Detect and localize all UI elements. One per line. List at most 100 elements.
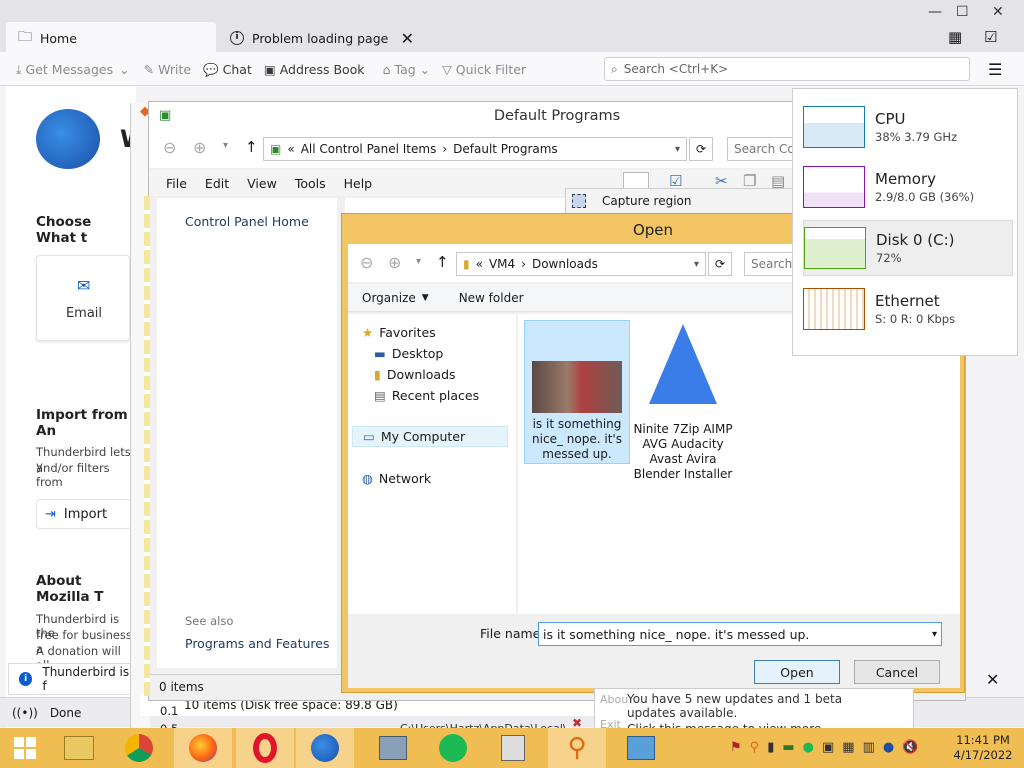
- tab-problem-loading[interactable]: i Problem loading page ✕: [218, 22, 426, 54]
- tray-app-icon[interactable]: ▮: [767, 740, 774, 755]
- tab-home[interactable]: 🗀 Home: [6, 22, 216, 54]
- menu-view[interactable]: View: [238, 176, 286, 191]
- performance-panel: CPU 38% 3.79 GHz Memory 2.9/8.0 GB (36%)…: [792, 88, 1018, 356]
- magnifier-icon: ⚲: [567, 733, 587, 763]
- address-book-button[interactable]: ▣ Address Book: [258, 57, 371, 83]
- tag-button[interactable]: ⌂ Tag ⌄: [377, 57, 437, 83]
- start-button[interactable]: [0, 728, 50, 768]
- close-notice-icon[interactable]: ✕: [986, 670, 999, 689]
- nav-recent-places[interactable]: ▤ Recent places: [374, 385, 479, 406]
- tray-volume-muted-icon[interactable]: 🔇: [902, 740, 918, 755]
- back-icon[interactable]: ⊖: [163, 138, 176, 157]
- chevron-down-icon[interactable]: ▾: [675, 144, 680, 155]
- firefox-app[interactable]: [174, 728, 232, 768]
- get-messages-button[interactable]: ⤓ Get Messages: [10, 57, 119, 83]
- close-icon[interactable]: ✕: [401, 29, 414, 48]
- address-bar[interactable]: ▣ « All Control Panel Items › Default Pr…: [263, 137, 687, 161]
- chevron-down-icon[interactable]: ⌄: [119, 62, 129, 77]
- file-name-input[interactable]: is it something nice_ nope. it's messed …: [538, 622, 942, 646]
- programs-features-link[interactable]: Programs and Features: [185, 636, 329, 651]
- breadcrumb-all-items[interactable]: All Control Panel Items: [301, 142, 437, 156]
- ethernet-graph: [803, 288, 865, 330]
- tray-flag-icon[interactable]: ⚑: [730, 740, 742, 755]
- chevron-down-icon[interactable]: ▾: [694, 259, 699, 270]
- search-input[interactable]: ⌕ Search <Ctrl+K>: [604, 57, 970, 81]
- control-panel-icon: ▣: [270, 142, 282, 156]
- search-app[interactable]: ⚲: [548, 728, 606, 768]
- file-item-selected[interactable]: is it something nice_ nope. it's messed …: [524, 320, 630, 464]
- spotify-app[interactable]: [424, 728, 482, 768]
- refresh-button[interactable]: ⟳: [708, 252, 732, 276]
- nav-network[interactable]: ◍ Network: [362, 468, 431, 489]
- hamburger-menu-icon[interactable]: ☰: [988, 60, 1002, 79]
- opera-icon: [253, 733, 277, 763]
- menu-edit[interactable]: Edit: [196, 176, 238, 191]
- info-icon: i: [19, 672, 33, 686]
- address-bar[interactable]: ▮ « VM4 › Downloads ▾: [456, 252, 706, 276]
- tray-window-icon[interactable]: ▣: [822, 740, 834, 755]
- quick-filter-button[interactable]: ▽ Quick Filter: [436, 57, 532, 83]
- open-button[interactable]: Open: [754, 660, 840, 684]
- tray-network-icon[interactable]: ▥: [863, 740, 875, 755]
- nav-favorites[interactable]: ★ Favorites: [362, 322, 436, 343]
- calendar-icon[interactable]: ▦: [948, 28, 962, 46]
- import-button[interactable]: ⇥ Import: [36, 499, 132, 529]
- up-arrow-icon[interactable]: ↑: [245, 138, 258, 156]
- tray-spotify-icon[interactable]: ●: [803, 740, 814, 755]
- breadcrumb-vm4[interactable]: VM4: [489, 257, 515, 271]
- back-icon[interactable]: ⊖: [360, 253, 373, 272]
- computer-icon: ▭: [363, 429, 375, 444]
- tray-search-icon[interactable]: ⚲: [750, 740, 760, 755]
- control-panel-app[interactable]: [364, 728, 422, 768]
- new-folder-button[interactable]: New folder: [459, 291, 524, 305]
- chevron-down-icon[interactable]: ▾: [416, 256, 421, 267]
- import-heading: Import from An: [36, 407, 128, 439]
- minimize-icon[interactable]: —: [928, 4, 942, 20]
- update-notification[interactable]: You have 5 new updates and 1 beta update…: [594, 688, 914, 736]
- perf-disk[interactable]: Disk 0 (C:) 72%: [803, 220, 1013, 276]
- menu-help[interactable]: Help: [335, 176, 382, 191]
- chevron-down-icon[interactable]: ▾: [223, 140, 228, 151]
- close-window-icon[interactable]: ✕: [992, 4, 1004, 20]
- chevron-down-icon[interactable]: ▾: [932, 629, 937, 640]
- email-card[interactable]: ✉ Email: [36, 255, 130, 341]
- tasks-icon[interactable]: ☑: [984, 28, 997, 46]
- chat-button[interactable]: 💬 Chat: [197, 57, 258, 83]
- maximize-icon[interactable]: ☐: [956, 4, 969, 20]
- perf-memory[interactable]: Memory 2.9/8.0 GB (36%): [803, 159, 1013, 215]
- import-icon: ⇥: [45, 506, 56, 522]
- file-explorer-app[interactable]: [50, 728, 108, 768]
- taskbar-clock[interactable]: 11:41 PM 4/17/2022: [950, 733, 1016, 763]
- menu-file[interactable]: File: [157, 176, 196, 191]
- file-item[interactable]: Ninite 7Zip AIMP AVG Audacity Avast Avir…: [630, 320, 736, 481]
- chevron-down-icon: ▼: [421, 292, 429, 303]
- menu-tools[interactable]: Tools: [286, 176, 335, 191]
- disk-app[interactable]: [484, 728, 542, 768]
- nav-desktop[interactable]: ▬ Desktop: [374, 343, 443, 364]
- quick-filter-label: Quick Filter: [455, 62, 527, 77]
- perf-cpu[interactable]: CPU 38% 3.79 GHz: [803, 99, 1013, 155]
- control-panel-home-link[interactable]: Control Panel Home: [185, 214, 309, 229]
- nav-downloads[interactable]: ▮ Downloads: [374, 364, 456, 385]
- star-icon: ★: [362, 325, 374, 340]
- capture-region-menu-item[interactable]: Capture region: [565, 188, 793, 214]
- tray-monitor-icon[interactable]: ▬: [782, 740, 794, 755]
- cancel-button[interactable]: Cancel: [854, 660, 940, 684]
- opera-app[interactable]: [236, 728, 294, 768]
- tray-app-icon[interactable]: ▦: [842, 740, 854, 755]
- perf-value: 2.9/8.0 GB (36%): [875, 190, 975, 204]
- write-button[interactable]: ✎ Write: [138, 57, 198, 83]
- task-manager-app[interactable]: [612, 728, 670, 768]
- tray-thunderbird-icon[interactable]: ●: [883, 740, 894, 755]
- organize-button[interactable]: Organize ▼: [362, 291, 429, 305]
- nav-my-computer[interactable]: ▭ My Computer: [352, 426, 508, 447]
- up-arrow-icon[interactable]: ↑: [436, 253, 449, 271]
- perf-ethernet[interactable]: Ethernet S: 0 R: 0 Kbps: [803, 281, 1013, 337]
- chrome-app[interactable]: [110, 728, 168, 768]
- forward-icon[interactable]: ⊕: [193, 138, 206, 157]
- forward-icon[interactable]: ⊕: [388, 253, 401, 272]
- breadcrumb-default-programs[interactable]: Default Programs: [453, 142, 558, 156]
- breadcrumb-downloads[interactable]: Downloads: [532, 257, 598, 271]
- refresh-button[interactable]: ⟳: [689, 137, 713, 161]
- thunderbird-app[interactable]: [296, 728, 354, 768]
